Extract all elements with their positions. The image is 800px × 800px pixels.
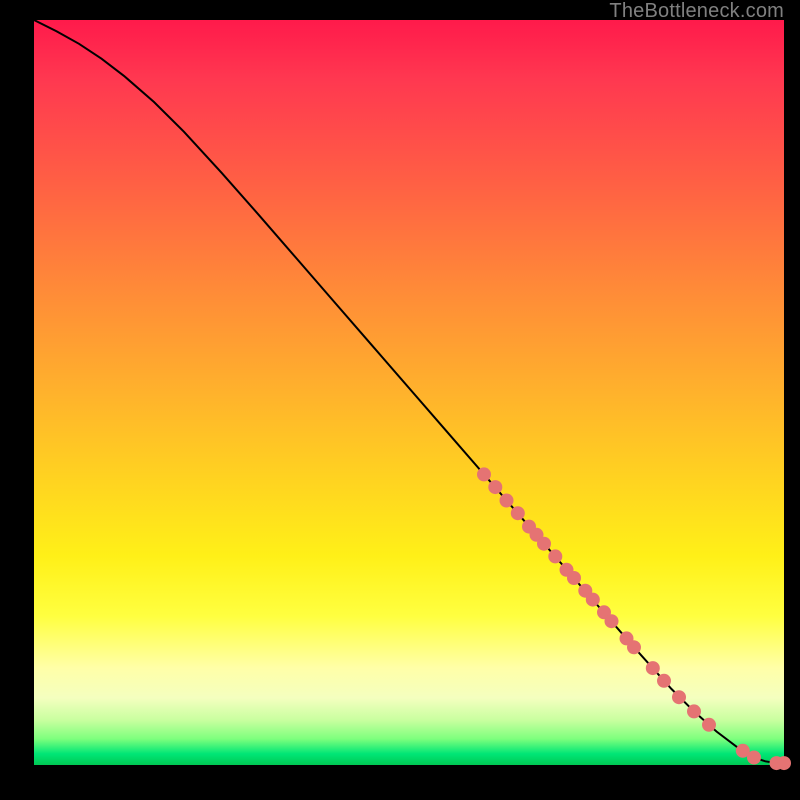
attribution-text: TheBottleneck.com: [609, 0, 784, 23]
marker-points: [477, 467, 791, 770]
marker-point: [537, 537, 551, 551]
marker-point: [657, 674, 671, 688]
marker-point: [646, 661, 660, 675]
plot-area: [34, 20, 784, 765]
marker-point: [777, 756, 791, 770]
marker-point: [605, 614, 619, 628]
marker-point: [702, 718, 716, 732]
marker-point: [511, 506, 525, 520]
curve-line: [34, 20, 784, 763]
marker-point: [627, 640, 641, 654]
chart-overlay: [34, 20, 784, 765]
marker-point: [488, 480, 502, 494]
marker-point: [567, 571, 581, 585]
chart-frame: TheBottleneck.com: [0, 0, 800, 800]
marker-point: [747, 751, 761, 765]
marker-point: [500, 494, 514, 508]
marker-point: [687, 704, 701, 718]
marker-point: [586, 593, 600, 607]
marker-point: [477, 467, 491, 481]
marker-point: [548, 549, 562, 563]
marker-point: [672, 690, 686, 704]
